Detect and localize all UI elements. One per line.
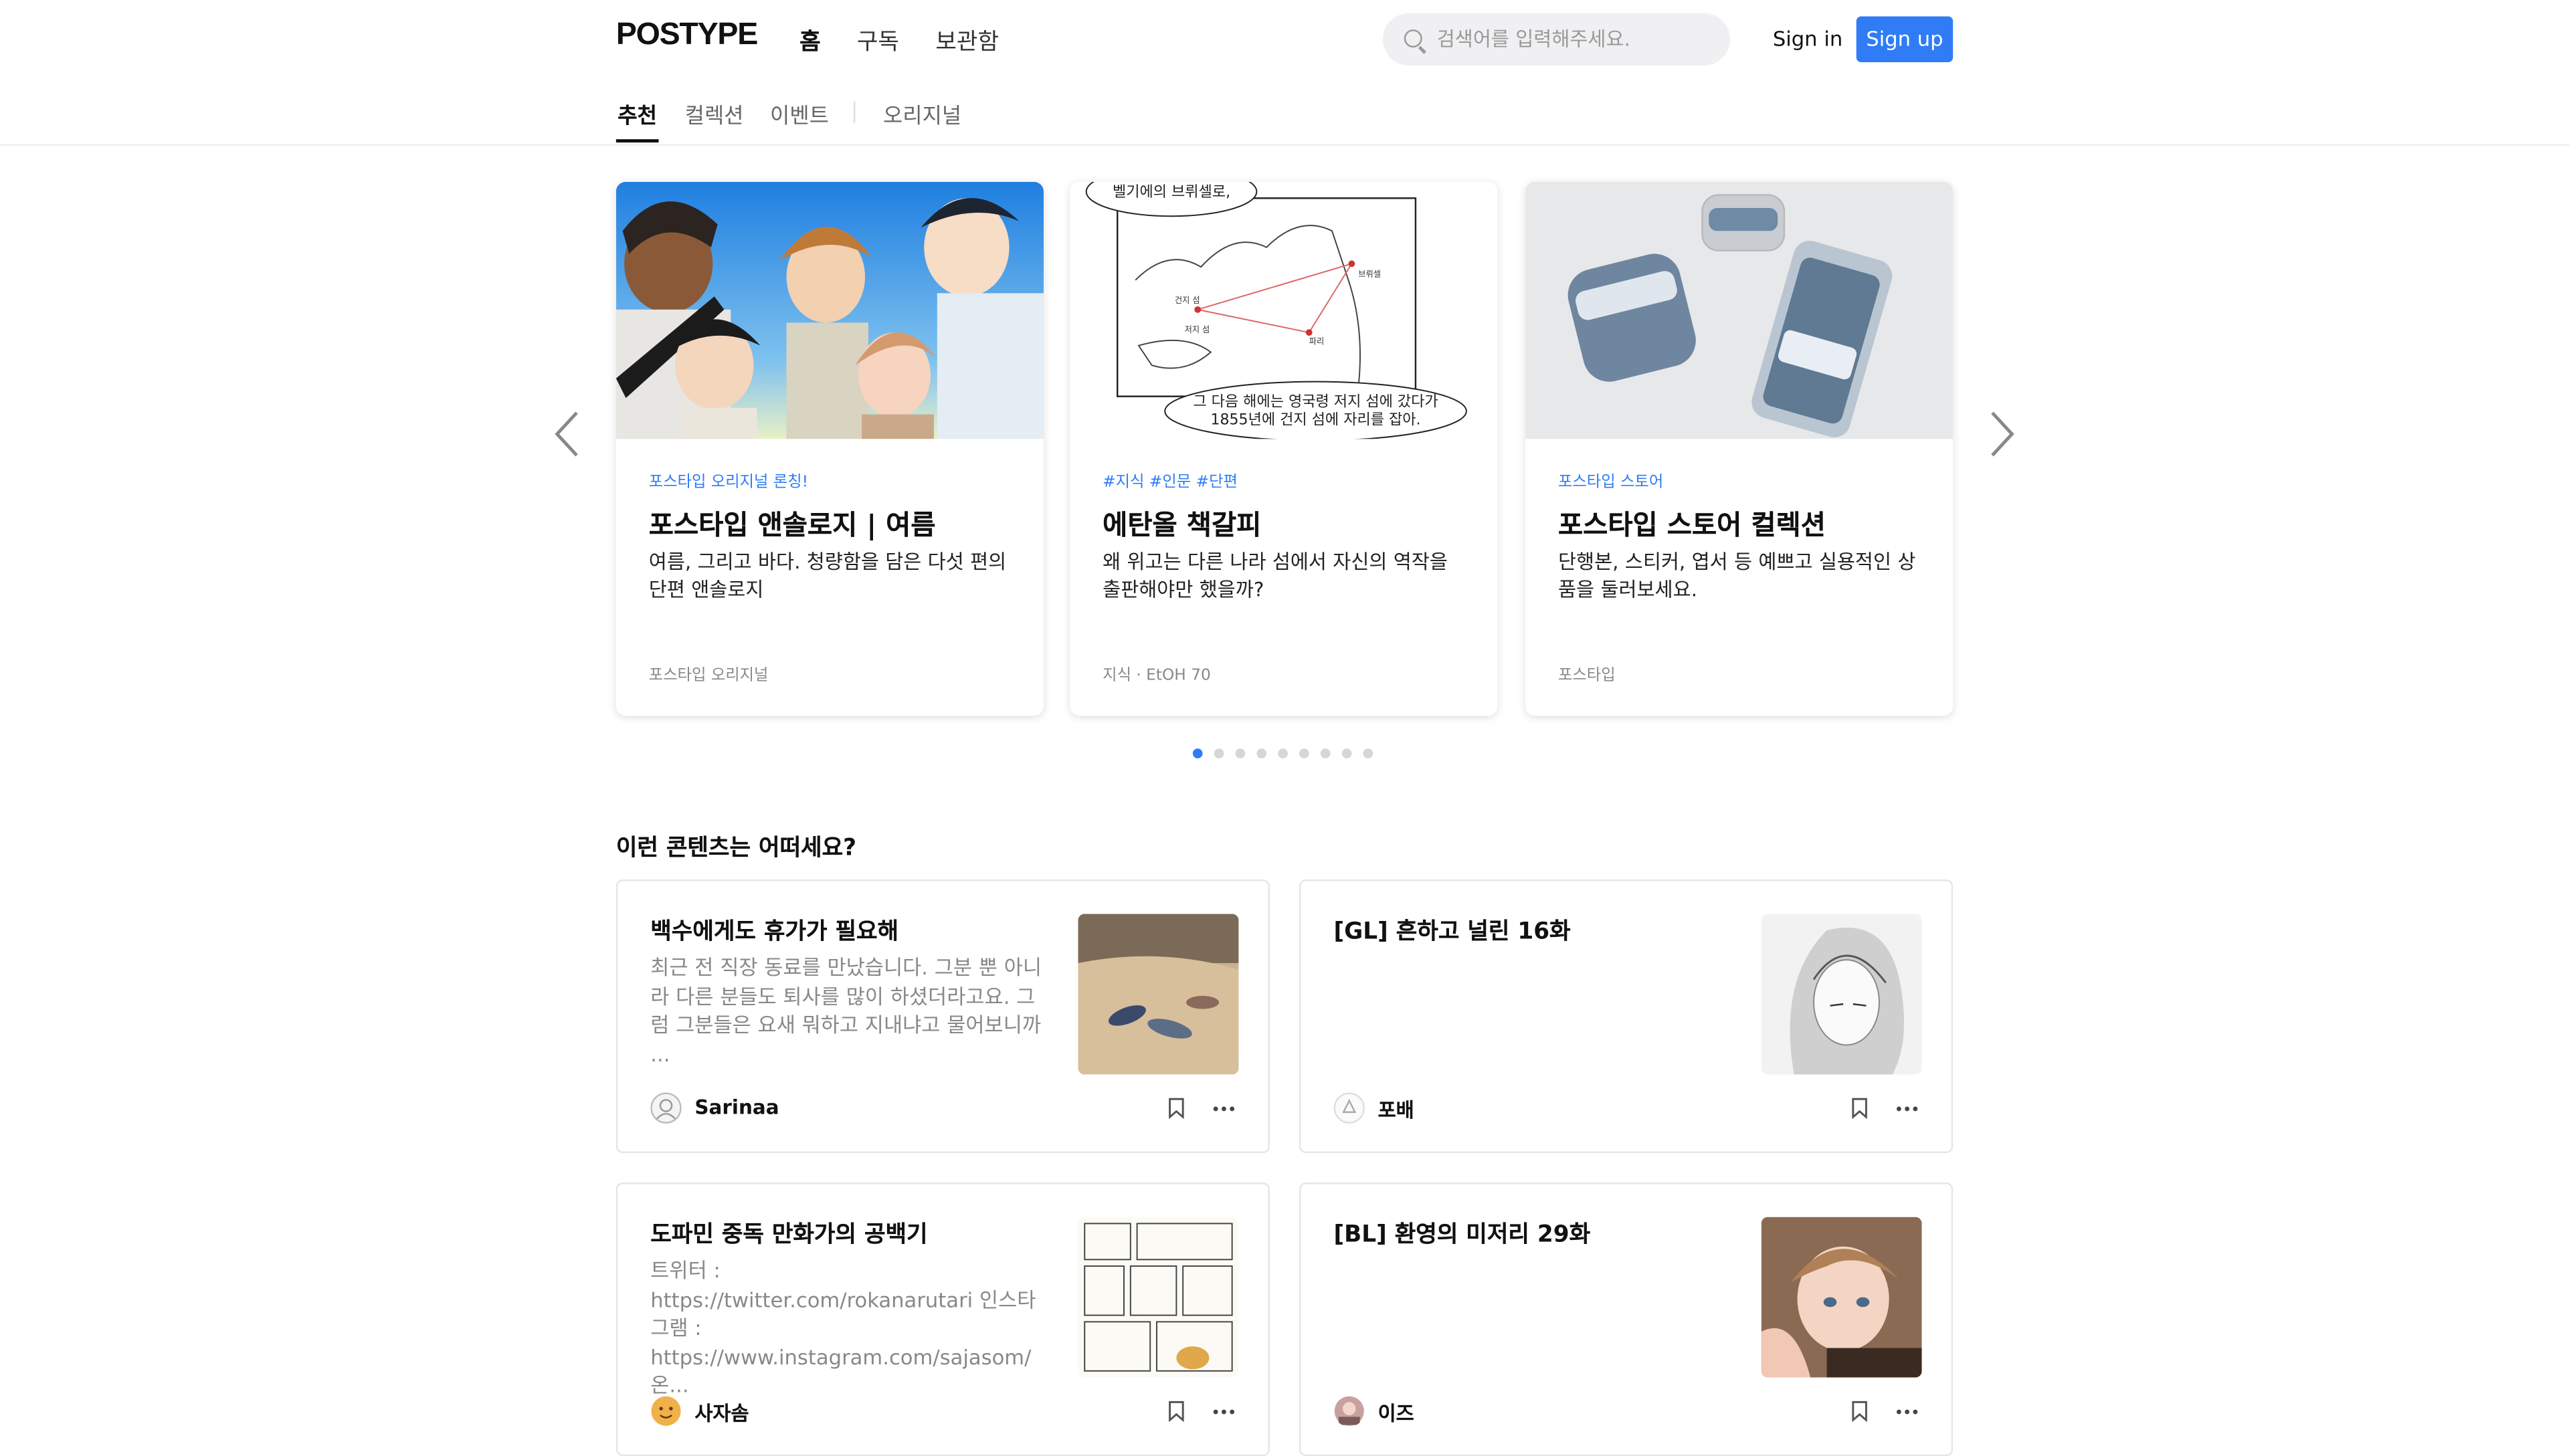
featured-card-meta: 지식 · EtOH 70 [1103,666,1211,685]
carousel-dot[interactable] [1235,748,1246,758]
bookmark-icon[interactable] [1851,1098,1867,1119]
post-excerpt: 트위터 : https://twitter.com/rokanarutari 인… [650,1257,1036,1397]
map-speech-bubble-line2: 1855년에 건지 섬에 자리를 잡아. [1211,411,1421,428]
post-title[interactable]: 백수에게도 휴가가 필요해 [650,914,898,947]
anthology-illustration [615,181,1044,439]
post-author[interactable]: Sarinaa [694,1096,779,1118]
map-illustration: 브뤼셀 건지 섬 저지 섬 파리 벨기에의 브뤼셀로, 그 다음 해에는 영국령… [1070,181,1498,439]
header-divider [0,144,2569,146]
search-input[interactable] [1436,13,1716,66]
more-icon[interactable] [1895,1096,1918,1122]
bookmark-icon[interactable] [1851,1400,1867,1422]
postype-logo[interactable]: POSTYPE [616,18,758,54]
carousel-pagination [1192,748,1385,760]
carousel-dot[interactable] [1192,748,1203,758]
map-label-paris: 파리 [1309,336,1325,346]
nav-home[interactable]: 홈 [799,25,821,58]
featured-card[interactable]: 브뤼셀 건지 섬 저지 섬 파리 벨기에의 브뤼셀로, 그 다음 해에는 영국령… [1070,181,1498,716]
avatar[interactable] [650,1092,682,1124]
nav-library[interactable]: 보관함 [935,25,999,58]
tab-recommended[interactable]: 추천 [617,98,657,130]
map-label-guernsey: 건지 섬 [1175,296,1200,305]
active-tab-indicator [615,139,659,143]
featured-card-meta: 포스타입 오리지널 [648,666,769,685]
avatar[interactable] [1333,1092,1365,1124]
section-title: 이런 콘텐츠는 어떠세요? [615,835,857,862]
post-title[interactable]: [GL] 흔하고 널린 16화 [1333,914,1570,947]
sign-up-button[interactable]: Sign up [1856,16,1954,63]
map-speech-bubble-line1: 그 다음 해에는 영국령 저지 섬에 갔다가 [1193,393,1438,410]
map-label-brussels: 브뤼셀 [1358,270,1381,279]
carousel-dot[interactable] [1363,748,1373,758]
featured-card-tag: 포스타입 오리지널 론칭! [648,473,808,492]
post-thumbnail [1078,914,1239,1075]
featured-card-description: 왜 위고는 다른 나라 섬에서 자신의 역작을 출판해야만 했을까? [1103,550,1448,601]
featured-card-title[interactable]: 포스타입 앤솔로지 | 여름 [649,503,936,542]
carousel-dot[interactable] [1341,748,1352,758]
more-icon[interactable] [1212,1398,1235,1425]
carousel-dot[interactable] [1320,748,1331,758]
featured-card-description: 단행본, 스티커, 엽서 등 예쁘고 실용적인 상품을 둘러보세요. [1557,550,1916,601]
post-card[interactable]: [GL] 흔하고 널린 16화 포배 [1299,879,1954,1154]
chevron-left-icon[interactable] [554,409,580,458]
post-thumbnail [1761,1217,1922,1378]
post-author[interactable]: 포배 [1378,1096,1414,1124]
map-speech-bubble-top: 벨기에의 브뤼셀로, [1113,184,1230,201]
featured-card-description: 여름, 그리고 바다. 청량함을 담은 다섯 편의 단편 앤솔로지 [648,550,1007,601]
store-products-photo [1525,181,1954,439]
carousel-dot[interactable] [1299,748,1309,758]
tab-collection[interactable]: 컬렉션 [685,98,744,130]
post-thumbnail [1078,1217,1239,1378]
carousel-dot[interactable] [1214,748,1224,758]
post-thumbnail [1761,914,1922,1075]
featured-card-tag: #지식 #인문 #단편 [1103,473,1238,492]
bookmark-icon[interactable] [1168,1400,1184,1422]
post-card[interactable]: 도파민 중독 만화가의 공백기 트위터 : https://twitter.co… [615,1182,1270,1456]
featured-card-meta: 포스타입 [1557,666,1616,685]
post-excerpt: 최근 전 직장 동료를 만났습니다. 그분 뿐 아니라 다른 분들도 퇴사를 많… [650,954,1042,1066]
sign-in-button[interactable]: Sign in [1773,26,1842,51]
avatar[interactable] [650,1396,682,1427]
carousel-dot[interactable] [1256,748,1267,758]
avatar[interactable] [1333,1396,1365,1427]
tab-event[interactable]: 이벤트 [770,98,829,130]
bookmark-icon[interactable] [1168,1098,1184,1119]
more-icon[interactable] [1212,1096,1235,1122]
featured-card-title[interactable]: 에탄올 책갈피 [1103,503,1261,542]
carousel-dot[interactable] [1278,748,1288,758]
featured-card-tag: 포스타입 스토어 [1557,473,1664,492]
post-author[interactable]: 사자솜 [694,1398,749,1427]
tab-original[interactable]: 오리지널 [883,98,961,130]
featured-card[interactable]: 포스타입 스토어 포스타입 스토어 컬렉션 단행본, 스티커, 엽서 등 예쁘고… [1525,181,1954,716]
map-label-jersey: 저지 섬 [1185,325,1210,334]
post-card[interactable]: [BL] 환영의 미저리 29화 이즈 [1299,1182,1954,1456]
tab-divider [853,101,856,123]
post-author[interactable]: 이즈 [1378,1398,1414,1427]
nav-subscribe[interactable]: 구독 [857,25,899,58]
chevron-right-icon[interactable] [1989,409,2015,458]
search-bar[interactable] [1382,13,1731,66]
post-title[interactable]: [BL] 환영의 미저리 29화 [1333,1217,1590,1250]
featured-card-title[interactable]: 포스타입 스토어 컬렉션 [1558,503,1826,542]
featured-card[interactable]: 포스타입 오리지널 론칭! 포스타입 앤솔로지 | 여름 여름, 그리고 바다.… [615,181,1044,716]
post-title[interactable]: 도파민 중독 만화가의 공백기 [650,1217,927,1250]
more-icon[interactable] [1895,1398,1918,1425]
post-card[interactable]: 백수에게도 휴가가 필요해 최근 전 직장 동료를 만났습니다. 그분 뿐 아니… [615,879,1270,1154]
search-icon [1404,29,1422,48]
